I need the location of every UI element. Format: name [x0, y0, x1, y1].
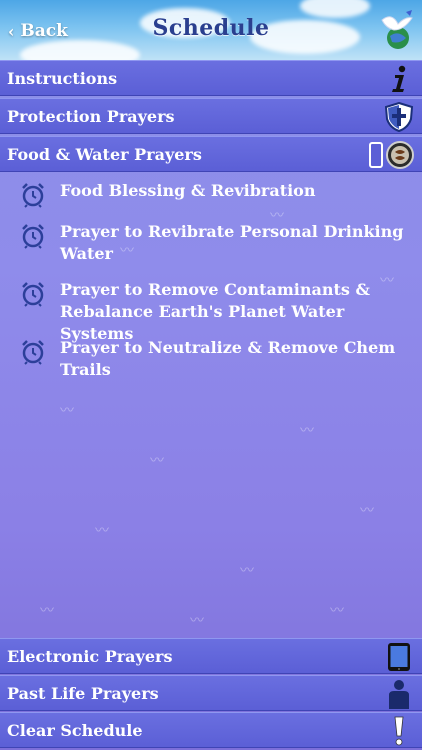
prayer-item[interactable]: Food Blessing & Revibration: [20, 180, 410, 208]
category-row-electronic[interactable]: Electronic Prayers: [0, 638, 422, 674]
tablet-icon: [384, 642, 414, 672]
alarm-clock-icon: [22, 224, 44, 249]
prayer-label: Prayer to Neutralize & Remove Chem Trail…: [60, 338, 396, 379]
page-title: Schedule: [152, 15, 270, 41]
shield-icon: [384, 102, 414, 132]
food-water-icon: [368, 140, 416, 170]
category-row-clear-schedule[interactable]: Clear Schedule: [0, 712, 422, 748]
category-label: Protection Prayers: [7, 106, 175, 126]
person-icon: [384, 679, 414, 709]
category-label: Electronic Prayers: [7, 646, 173, 666]
prayer-label: Prayer to Remove Contaminants & Rebalanc…: [60, 280, 370, 343]
prayer-item[interactable]: Prayer to Revibrate Personal Drinking Wa…: [20, 221, 410, 265]
category-label: Clear Schedule: [7, 720, 143, 740]
category-row-instructions[interactable]: Instructions: [0, 60, 422, 96]
nav-header: ‹ Back Schedule: [0, 0, 422, 60]
dove-globe-icon: [381, 10, 413, 49]
category-row-protection[interactable]: Protection Prayers: [0, 98, 422, 134]
prayer-item[interactable]: Prayer to Remove Contaminants & Rebalanc…: [20, 279, 410, 345]
category-label: Instructions: [7, 68, 118, 88]
prayer-label: Prayer to Revibrate Personal Drinking Wa…: [60, 222, 404, 263]
info-icon: [384, 64, 414, 94]
alarm-clock-icon: [22, 183, 44, 208]
exclamation-icon: [384, 716, 414, 746]
prayer-label: Food Blessing & Revibration: [60, 181, 316, 200]
category-label: Food & Water Prayers: [7, 144, 202, 164]
alarm-clock-icon: [22, 282, 44, 307]
category-label: Past Life Prayers: [7, 683, 159, 703]
category-row-food-water[interactable]: Food & Water Prayers: [0, 136, 422, 172]
prayer-item[interactable]: Prayer to Neutralize & Remove Chem Trail…: [20, 337, 410, 381]
alarm-clock-icon: [22, 340, 44, 365]
category-row-past-life[interactable]: Past Life Prayers: [0, 675, 422, 711]
